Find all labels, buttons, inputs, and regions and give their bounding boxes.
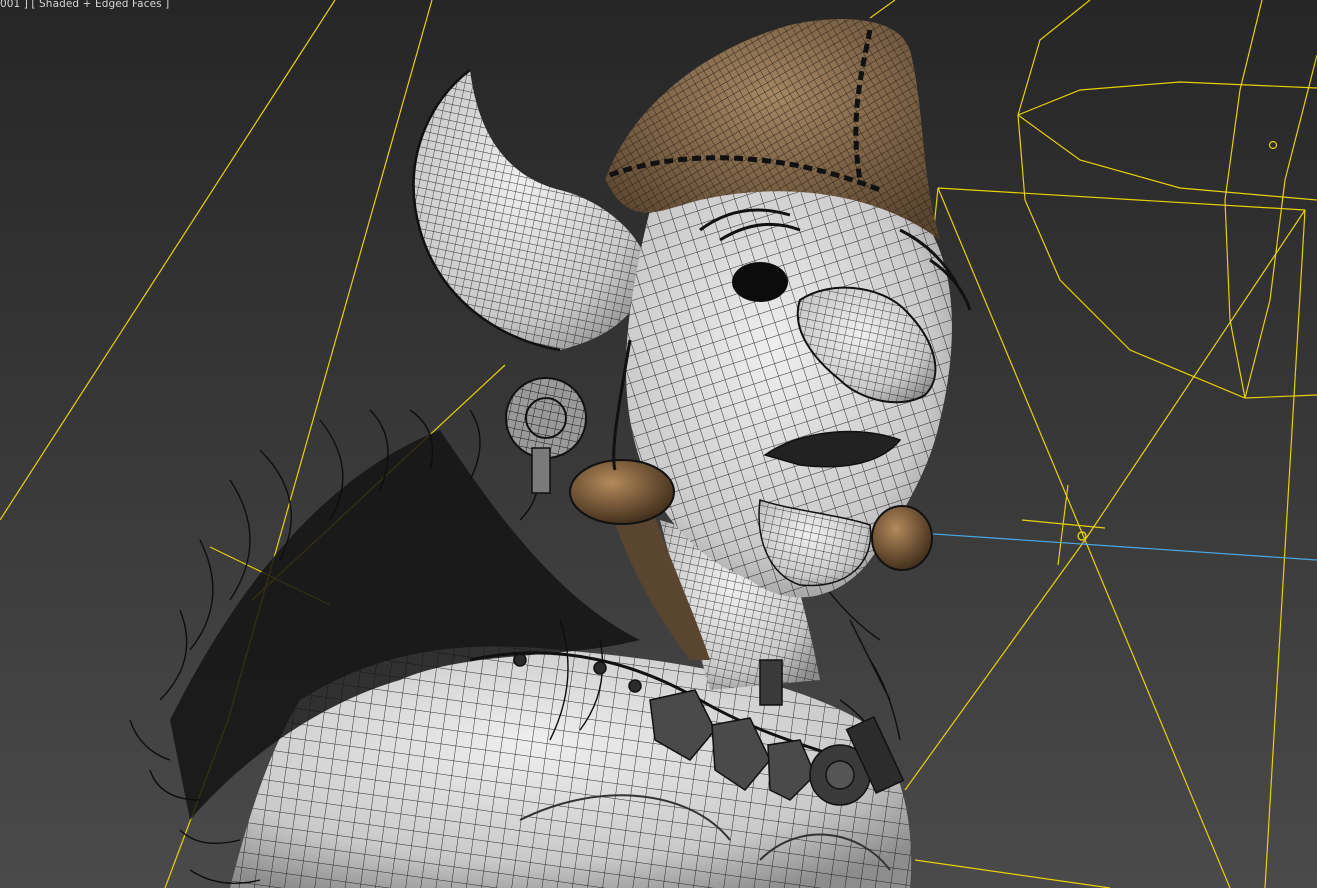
goblin-ear[interactable] <box>412 69 650 352</box>
viewport[interactable]: 001 ] [ Shaded + Edged Faces ] <box>0 0 1317 888</box>
viewport-scene[interactable] <box>0 0 1317 888</box>
viewport-label[interactable]: 001 ] [ Shaded + Edged Faces ] <box>0 0 169 10</box>
helper-target-icon[interactable] <box>1268 140 1278 150</box>
goblin-eye <box>732 262 788 302</box>
ear-ring <box>505 377 587 494</box>
light-direction-line[interactable] <box>874 529 1317 561</box>
